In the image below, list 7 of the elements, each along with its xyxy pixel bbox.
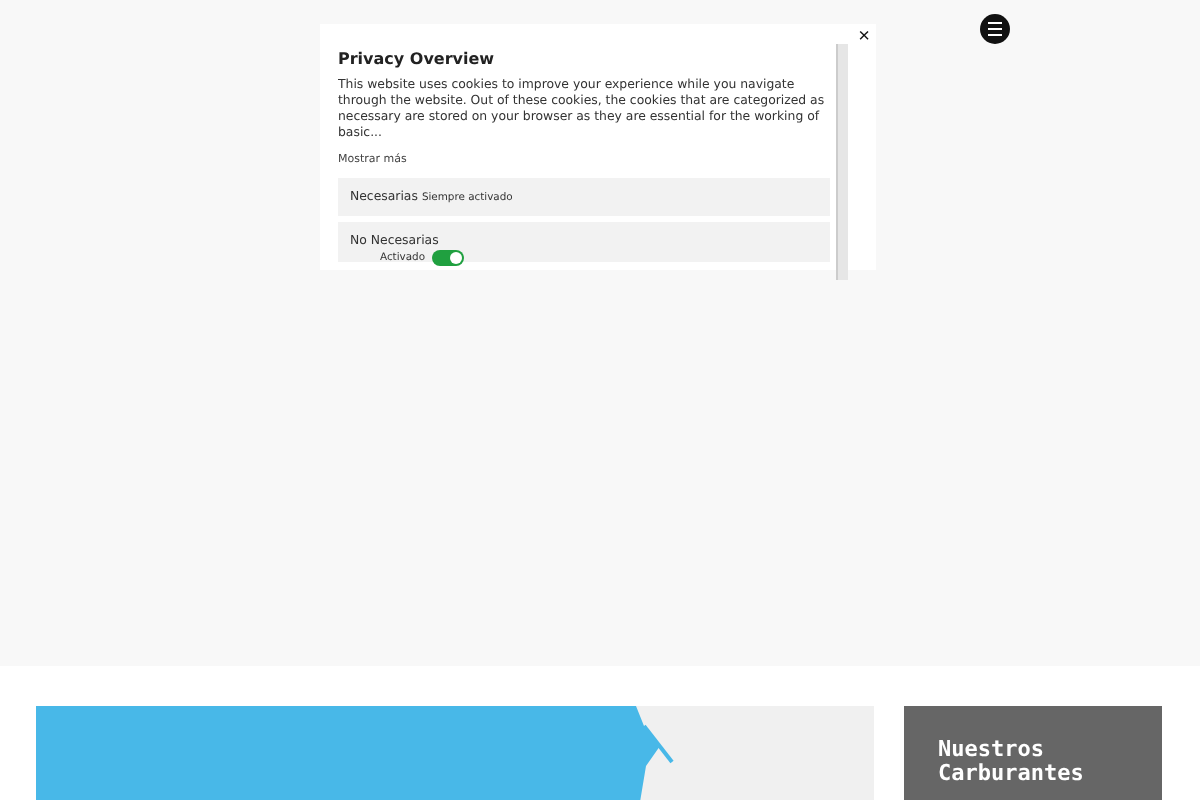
menu-button[interactable] xyxy=(980,14,1010,44)
modal-title: Privacy Overview xyxy=(338,50,497,68)
scrollbar[interactable] xyxy=(836,44,848,280)
card-title: Nuestros Carburantes xyxy=(938,738,1086,786)
close-button[interactable]: × xyxy=(858,28,870,48)
fuels-card[interactable]: Nuestros Carburantes xyxy=(904,706,1162,800)
toggle-switch[interactable] xyxy=(431,250,464,266)
